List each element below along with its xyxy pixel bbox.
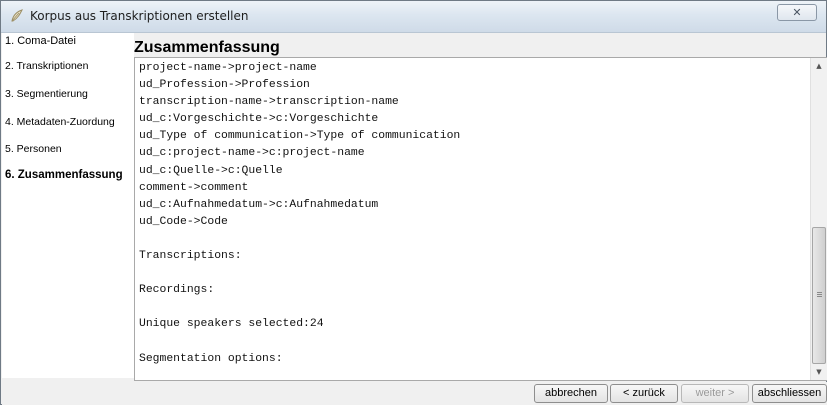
step-personen[interactable]: 5. Personen — [5, 143, 62, 155]
app-icon — [9, 8, 25, 24]
scroll-thumb[interactable] — [812, 227, 826, 364]
close-button[interactable]: ✕ — [777, 4, 817, 21]
window-title: Korpus aus Transkriptionen erstellen — [30, 9, 249, 23]
step-coma-datei[interactable]: 1. Coma-Datei — [5, 35, 76, 47]
cancel-button[interactable]: abbrechen — [534, 384, 608, 403]
summary-line: ud_c:project-name->c:project-name — [139, 147, 365, 160]
summary-textarea[interactable]: project-name->project-name ud_Profession-… — [134, 57, 827, 381]
grip-line — [817, 296, 822, 297]
step-metadaten-zuordung[interactable]: 4. Metadaten-Zuordung — [5, 116, 115, 128]
summary-line: transcription-name->transcription-name — [139, 96, 399, 109]
summary-line: Transcriptions: — [139, 250, 242, 263]
title-bar[interactable]: Korpus aus Transkriptionen erstellen ✕ — [1, 1, 826, 33]
grip-line — [817, 294, 822, 295]
wizard-steps: 1. Coma-Datei 2. Transkriptionen 3. Segm… — [2, 33, 134, 378]
summary-line: project-name->project-name — [139, 62, 317, 74]
summary-line: Recordings: — [139, 284, 215, 297]
grip-line — [817, 292, 822, 293]
scroll-down-icon[interactable]: ▼ — [811, 364, 827, 380]
scroll-up-icon[interactable]: ▲ — [811, 58, 827, 74]
step-segmentierung[interactable]: 3. Segmentierung — [5, 88, 88, 100]
summary-line: ud_c:Aufnahmedatum->c:Aufnahmedatum — [139, 198, 379, 211]
step-transkriptionen[interactable]: 2. Transkriptionen — [5, 60, 88, 72]
page-title: Zusammenfassung — [134, 39, 280, 56]
dialog-window: Korpus aus Transkriptionen erstellen ✕ 1… — [0, 0, 827, 405]
summary-line: comment->comment — [139, 181, 249, 194]
summary-line: Segmentation options: — [139, 352, 283, 365]
summary-text: project-name->project-name ud_Profession-… — [139, 60, 809, 368]
button-bar: abbrechen < zurück weiter > abschliessen — [2, 382, 827, 405]
summary-line: ud_Code->Code — [139, 215, 228, 228]
summary-line: ud_c:Quelle->c:Quelle — [139, 164, 283, 177]
finish-button[interactable]: abschliessen — [752, 384, 827, 403]
summary-line — [139, 299, 809, 316]
summary-line — [139, 265, 809, 282]
summary-line — [139, 334, 809, 351]
summary-line: Unique speakers selected:24 — [139, 318, 324, 331]
vertical-scrollbar[interactable]: ▲ ▼ — [810, 58, 827, 380]
summary-line: ud_c:Vorgeschichte->c:Vorgeschichte — [139, 113, 379, 126]
close-icon: ✕ — [792, 6, 802, 19]
summary-line: ud_Type of communication->Type of commun… — [139, 130, 461, 143]
next-button[interactable]: weiter > — [681, 384, 749, 403]
summary-line — [139, 231, 809, 248]
step-zusammenfassung[interactable]: 6. Zusammenfassung — [5, 169, 123, 181]
summary-line: ud_Profession->Profession — [139, 79, 310, 92]
back-button[interactable]: < zurück — [610, 384, 678, 403]
